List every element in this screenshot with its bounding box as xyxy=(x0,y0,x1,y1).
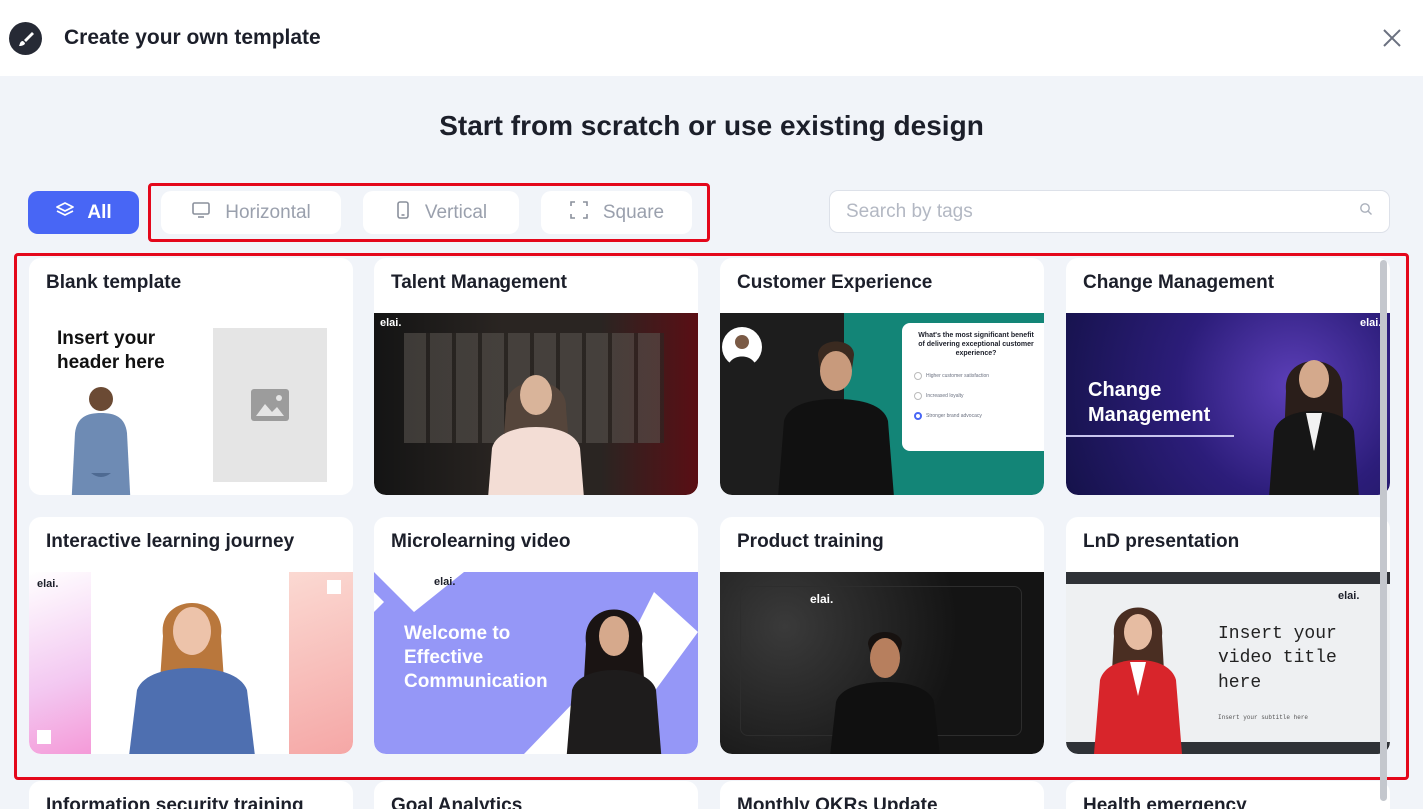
divider-line xyxy=(1066,435,1234,437)
quiz-panel: What's the most significant benefit of d… xyxy=(902,323,1044,451)
search-field[interactable] xyxy=(829,190,1390,233)
filter-vertical-button[interactable]: Vertical xyxy=(363,191,519,234)
presenter-figure xyxy=(1094,607,1182,754)
template-card-title: Product training xyxy=(737,531,884,552)
template-card-title: LnD presentation xyxy=(1083,531,1240,552)
filter-square-label: Square xyxy=(602,201,665,223)
monitor-icon xyxy=(191,201,211,225)
image-placeholder xyxy=(213,328,327,482)
template-card-product-training[interactable]: Product training elai. xyxy=(720,517,1044,754)
elai-logo: elai. xyxy=(37,578,59,590)
elai-logo: elai. xyxy=(434,576,456,588)
gradient-panel xyxy=(29,572,91,754)
filter-horizontal-label: Horizontal xyxy=(225,201,311,223)
template-card-title: Monthly OKRs Update xyxy=(737,795,938,809)
filter-square-button[interactable]: Square xyxy=(541,191,692,234)
page-headline: Start from scratch or use existing desig… xyxy=(439,110,984,141)
mini-avatar xyxy=(722,327,762,367)
template-card-talent-management[interactable]: Talent Management elai. xyxy=(374,258,698,495)
presenter-figure xyxy=(566,609,662,754)
slide-panel: elai. Insert your video title here Inser… xyxy=(1066,584,1390,754)
filter-vertical-label: Vertical xyxy=(424,201,488,223)
quiz-question: What's the most significant benefit of d… xyxy=(918,332,1034,358)
thumbnail-heading: Change Management xyxy=(1088,379,1211,426)
presenter-figure xyxy=(778,341,894,495)
template-card-change-management[interactable]: Change Management elai. Change Managemen… xyxy=(1066,258,1390,495)
template-thumbnail: What's the most significant benefit of d… xyxy=(720,313,1044,495)
decor-square xyxy=(327,580,341,594)
search-icon xyxy=(1359,202,1373,221)
brush-icon xyxy=(9,22,42,55)
decor-square xyxy=(37,730,51,744)
template-thumbnail: Insert your header here xyxy=(29,313,353,495)
template-card-title: Microlearning video xyxy=(391,531,571,552)
template-card-information-security-training[interactable]: Information security training xyxy=(29,781,353,809)
template-thumbnail: elai. xyxy=(374,313,698,495)
square-frame-icon xyxy=(569,200,589,226)
presenter-figure xyxy=(129,603,255,754)
presenter-figure xyxy=(830,632,940,754)
template-card-blank[interactable]: Blank template Insert your header here xyxy=(29,258,353,495)
template-card-title: Interactive learning journey xyxy=(46,531,295,552)
avatar-figure xyxy=(71,387,131,495)
dialog-header: Create your own template xyxy=(0,0,1423,76)
template-thumbnail: elai. xyxy=(29,572,353,754)
template-card-microlearning-video[interactable]: Microlearning video elai. Welcome to Eff… xyxy=(374,517,698,754)
template-card-goal-analytics[interactable]: Goal Analytics xyxy=(374,781,698,809)
template-card-lnd-presentation[interactable]: LnD presentation elai. Insert your video… xyxy=(1066,517,1390,754)
thumbnail-heading: Welcome to Effective Communication xyxy=(404,623,548,692)
template-card-title: Goal Analytics xyxy=(391,795,523,809)
gradient-panel xyxy=(289,572,353,754)
elai-logo: elai. xyxy=(810,592,834,606)
scrollbar-thumb[interactable] xyxy=(1380,260,1387,801)
template-card-interactive-learning-journey[interactable]: Interactive learning journey elai. xyxy=(29,517,353,754)
template-card-title: Health emergency xyxy=(1083,795,1247,809)
template-card-title: Blank template xyxy=(46,272,182,293)
thumbnail-heading: Insert your header here xyxy=(57,328,165,373)
close-icon[interactable] xyxy=(1380,26,1404,50)
template-card-title: Customer Experience xyxy=(737,272,933,293)
elai-logo: elai. xyxy=(380,317,402,329)
template-card-title: Talent Management xyxy=(391,272,567,293)
phone-icon xyxy=(395,200,411,226)
image-icon xyxy=(251,389,289,421)
thumbnail-heading: Insert your video title here xyxy=(1218,624,1337,693)
layers-icon xyxy=(55,201,75,225)
elai-logo: elai. xyxy=(1338,590,1360,602)
presenter-figure xyxy=(488,375,584,495)
template-thumbnail: elai. Change Management xyxy=(1066,313,1390,495)
template-thumbnail: elai. Insert your video title here Inser… xyxy=(1066,572,1390,754)
template-card-title: Information security training xyxy=(46,795,304,809)
template-card-title: Change Management xyxy=(1083,272,1275,293)
thumbnail-subtitle: Insert your subtitle here xyxy=(1218,714,1309,721)
filter-all-label: All xyxy=(87,201,112,223)
template-card-customer-experience[interactable]: Customer Experience What's the most sign… xyxy=(720,258,1044,495)
quiz-option: Stronger brand advocacy xyxy=(914,412,1038,421)
template-card-monthly-okrs-update[interactable]: Monthly OKRs Update xyxy=(720,781,1044,809)
search-input[interactable] xyxy=(846,200,1359,223)
quiz-option: Higher customer satisfaction xyxy=(914,372,1038,381)
quiz-option: Increased loyalty xyxy=(914,392,1038,401)
template-card-health-emergency[interactable]: Health emergency xyxy=(1066,781,1390,809)
presenter-figure xyxy=(1269,360,1359,495)
template-thumbnail: elai. xyxy=(720,572,1044,754)
filter-all-button[interactable]: All xyxy=(28,191,139,234)
template-thumbnail: elai. Welcome to Effective Communication xyxy=(374,572,698,754)
elai-logo: elai. xyxy=(1360,317,1382,329)
dialog-title: Create your own template xyxy=(64,26,321,49)
filter-horizontal-button[interactable]: Horizontal xyxy=(161,191,341,234)
